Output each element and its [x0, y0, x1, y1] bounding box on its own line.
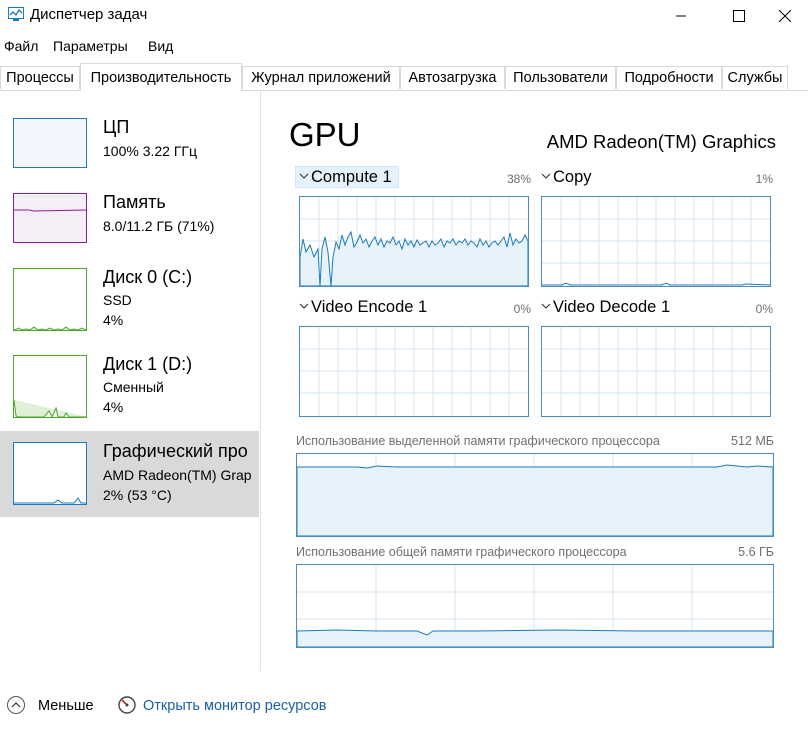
tab-bar: Процессы Производительность Журнал прило…	[0, 63, 808, 91]
shared-memory-value: 5.6 ГБ	[738, 545, 774, 559]
menu-bar: Файл Параметры Вид	[0, 36, 808, 58]
minimize-button[interactable]	[658, 0, 704, 32]
tab-details[interactable]: Подробности	[616, 66, 722, 89]
tab-processes[interactable]: Процессы	[0, 66, 80, 89]
window-title: Диспетчер задач	[30, 6, 148, 23]
resource-item-disk0[interactable]: Диск 0 (C:) SSD 4%	[0, 261, 259, 347]
chevron-down-icon	[299, 298, 309, 319]
resource-monitor-icon	[117, 695, 137, 719]
compute-engine-graph	[299, 196, 529, 287]
video-encode-graph	[299, 326, 529, 417]
engine-percent: 1%	[755, 172, 773, 186]
resource-list: ЦП 100% 3.22 ГГц Память 8.0/11.2 ГБ (71%…	[0, 91, 261, 671]
menu-file[interactable]: Файл	[4, 38, 38, 54]
shared-memory-graph	[296, 564, 774, 648]
disk1-thumbnail-graph	[13, 355, 87, 418]
engine-label[interactable]: Video Decode 1	[553, 298, 670, 317]
engine-percent: 0%	[755, 302, 773, 316]
tab-services[interactable]: Службы	[722, 66, 788, 89]
maximize-icon	[733, 10, 745, 22]
engine-percent: 38%	[506, 172, 531, 186]
dedicated-memory-label: Использование выделенной памяти графичес…	[296, 434, 660, 448]
resource-item-disk1[interactable]: Диск 1 (D:) Сменный 4%	[0, 348, 259, 434]
engine-label: Compute 1	[311, 168, 392, 186]
resource-title: Диск 0 (C:)	[103, 267, 193, 287]
video-decode-graph	[541, 326, 771, 417]
tab-app-history[interactable]: Журнал приложений	[242, 66, 400, 89]
close-button[interactable]	[762, 0, 808, 32]
shared-memory-label: Использование общей памяти графического …	[296, 545, 627, 559]
resource-detail: 100% 3.22 ГГц	[103, 143, 198, 159]
gpu-model-name: AMD Radeon(TM) Graphics	[546, 131, 776, 152]
resource-detail: Сменный	[103, 379, 164, 395]
resource-title: Графический про	[103, 441, 248, 461]
resource-item-memory[interactable]: Память 8.0/11.2 ГБ (71%)	[0, 186, 259, 272]
chevron-down-icon	[299, 168, 309, 189]
resource-title: ЦП	[103, 117, 130, 137]
chevron-down-icon	[541, 168, 551, 189]
cpu-thumbnail-graph	[13, 118, 87, 168]
fewer-details-button[interactable]: Меньше	[38, 698, 94, 714]
resource-detail: AMD Radeon(TM) Grap	[103, 467, 252, 483]
resource-item-gpu[interactable]: Графический про AMD Radeon(TM) Grap 2% (…	[0, 431, 259, 517]
chevron-down-icon	[541, 298, 551, 319]
disk0-thumbnail-graph	[13, 268, 87, 331]
resource-usage: 4%	[103, 312, 124, 328]
open-resource-monitor-link[interactable]: Открыть монитор ресурсов	[143, 698, 326, 714]
close-icon	[779, 10, 791, 22]
menu-options[interactable]: Параметры	[53, 38, 128, 54]
task-manager-icon	[8, 7, 24, 21]
memory-thumbnail-graph	[13, 193, 87, 243]
dedicated-memory-graph	[296, 453, 774, 537]
title-bar[interactable]: Диспетчер задач	[0, 0, 808, 32]
resource-title: Память	[103, 192, 166, 212]
gpu-thumbnail-graph	[13, 442, 87, 505]
tab-users[interactable]: Пользователи	[505, 66, 616, 89]
resource-detail: SSD	[103, 292, 132, 308]
copy-engine-graph	[541, 196, 771, 287]
resource-usage: 4%	[103, 399, 124, 415]
engine-label[interactable]: Video Encode 1	[311, 298, 427, 317]
gpu-heading: GPU	[289, 116, 361, 153]
footer-bar: Меньше Открыть монитор ресурсов	[0, 690, 808, 726]
dedicated-memory-value: 512 МБ	[731, 434, 774, 448]
resource-item-cpu[interactable]: ЦП 100% 3.22 ГГц	[0, 111, 259, 197]
minimize-icon	[676, 15, 686, 17]
chevron-up-circle-icon[interactable]	[6, 695, 26, 719]
engine-label[interactable]: Copy	[553, 168, 592, 187]
engine-percent: 0%	[513, 302, 531, 316]
tab-startup[interactable]: Автозагрузка	[400, 66, 505, 89]
resource-detail: 8.0/11.2 ГБ (71%)	[103, 218, 215, 234]
resource-usage: 2% (53 °C)	[103, 487, 172, 503]
maximize-button[interactable]	[716, 0, 762, 32]
menu-view[interactable]: Вид	[148, 38, 173, 54]
tab-performance[interactable]: Производительность	[80, 63, 242, 91]
resource-title: Диск 1 (D:)	[103, 354, 193, 374]
